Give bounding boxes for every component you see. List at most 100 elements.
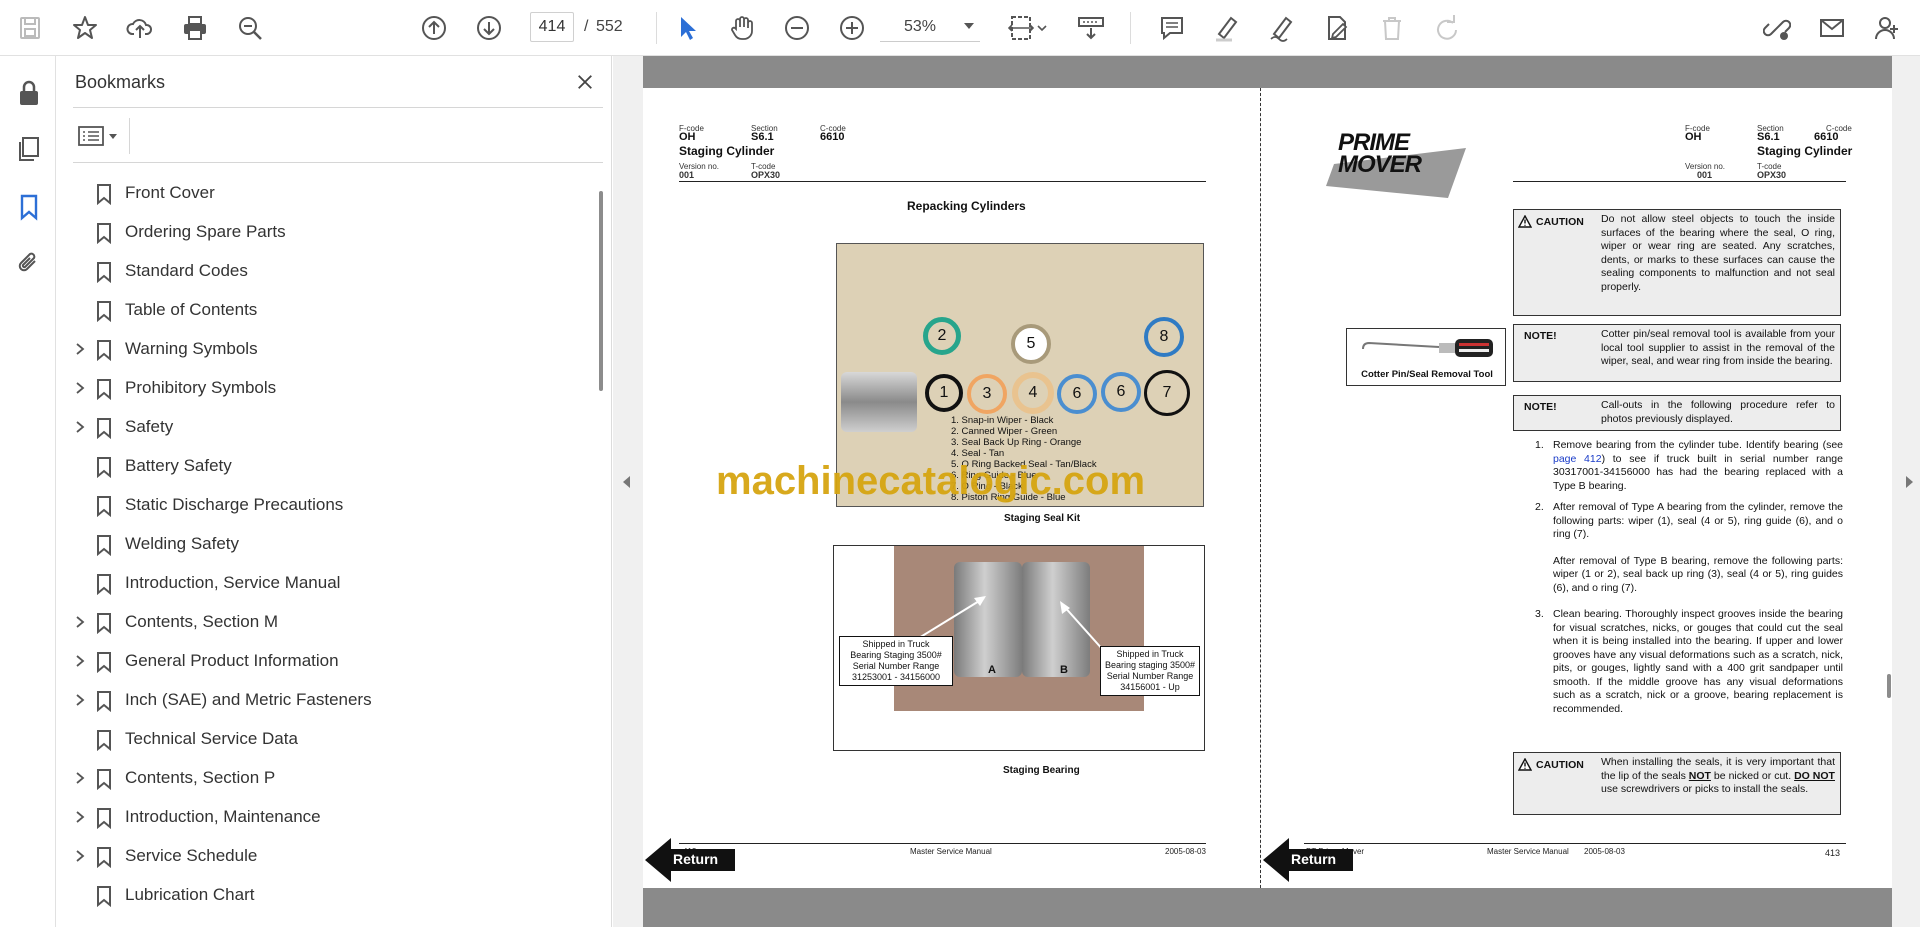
page-gap	[643, 888, 1892, 927]
bookmark-item[interactable]: General Product Information	[57, 645, 587, 677]
bookmark-item[interactable]: Introduction, Maintenance	[57, 801, 587, 833]
section-title: Repacking Cylinders	[907, 199, 1026, 213]
redo-icon[interactable]	[1429, 10, 1465, 46]
upload-cloud-icon[interactable]	[122, 10, 158, 46]
tcode-value: OPX30	[1757, 170, 1787, 180]
footer-rule	[1304, 843, 1846, 844]
bookmark-item[interactable]: Safety	[57, 411, 587, 443]
bookmark-item[interactable]: Welding Safety	[57, 528, 587, 560]
bookmark-item[interactable]: Lubrication Chart	[57, 879, 587, 911]
chevron-right-icon[interactable]	[73, 615, 87, 629]
chevron-right-icon[interactable]	[73, 654, 87, 668]
lock-icon[interactable]	[12, 76, 46, 110]
chevron-right-icon[interactable]	[73, 810, 87, 824]
ring-6a: 6	[1057, 374, 1097, 414]
staging-bearing-figure: A B Shipped in Truck Bearing Staging 3500…	[833, 545, 1205, 751]
removal-tool-figure: Cotter Pin/Seal Removal Tool	[1346, 328, 1506, 386]
bookmark-icon	[97, 184, 111, 205]
zoom-in-icon[interactable]	[834, 10, 870, 46]
bookmark-item[interactable]: Introduction, Service Manual	[57, 567, 587, 599]
bookmark-item[interactable]: Contents, Section M	[57, 606, 587, 638]
bookmark-label: Welding Safety	[125, 534, 240, 553]
caution-box-1: CAUTION Do not allow steel objects to to…	[1513, 209, 1841, 316]
return-button[interactable]: Return	[1263, 838, 1353, 882]
page-412: F-code OH Section S6.1 C-code 6610 Stagi…	[643, 88, 1260, 888]
doc-title: Staging Cylinder	[679, 144, 775, 158]
collapse-left-panel-icon[interactable]	[623, 476, 630, 488]
hand-tool-icon[interactable]	[724, 10, 760, 46]
previous-page-icon[interactable]	[416, 10, 452, 46]
chevron-down-icon	[109, 133, 117, 139]
header-rule	[679, 181, 1206, 182]
chevron-right-icon[interactable]	[73, 420, 87, 434]
document-scrollbar[interactable]	[1887, 674, 1891, 698]
bookmark-label: Ordering Spare Parts	[125, 222, 286, 241]
toolbar: / 552 53%	[0, 0, 1920, 56]
next-page-icon[interactable]	[471, 10, 507, 46]
share-link-icon[interactable]	[1759, 10, 1795, 46]
bookmark-item[interactable]: Static Discharge Precautions	[57, 489, 587, 521]
page-number-input[interactable]	[530, 12, 574, 42]
footer-date: 2005-08-03	[1584, 847, 1625, 856]
bookmark-item[interactable]: Contents, Section P	[57, 762, 587, 794]
chevron-right-icon[interactable]	[73, 342, 87, 356]
zoom-out-icon[interactable]	[779, 10, 815, 46]
bookmark-item[interactable]: Inch (SAE) and Metric Fasteners	[57, 684, 587, 716]
chevron-right-icon[interactable]	[73, 771, 87, 785]
version-value: 001	[679, 170, 695, 180]
page-gap	[643, 56, 1892, 88]
edit-document-icon[interactable]	[1319, 10, 1355, 46]
bookmark-label: Contents, Section M	[125, 612, 279, 631]
bookmark-icon	[97, 496, 111, 517]
page-separator: /	[584, 18, 589, 35]
draw-pen-icon[interactable]	[1264, 10, 1300, 46]
seal-kit-caption: Staging Seal Kit	[1004, 513, 1081, 524]
scroll-mode-icon[interactable]	[1073, 10, 1109, 46]
section-value: S6.1	[751, 131, 774, 143]
zoom-dropdown[interactable]: 53%	[880, 12, 980, 42]
bookmark-icon	[97, 223, 111, 244]
bookmark-label: Warning Symbols	[125, 339, 258, 358]
add-user-icon[interactable]	[1869, 10, 1905, 46]
attachment-icon[interactable]	[12, 246, 46, 280]
delete-icon[interactable]	[1374, 10, 1410, 46]
bookmark-item[interactable]: Technical Service Data	[57, 723, 587, 755]
chevron-right-icon[interactable]	[73, 381, 87, 395]
bookmark-icon[interactable]	[12, 190, 46, 224]
warning-triangle-icon	[1518, 758, 1532, 771]
email-icon[interactable]	[1814, 10, 1850, 46]
bookmark-options-button[interactable]	[77, 120, 125, 152]
bookmark-item[interactable]: Standard Codes	[57, 255, 587, 287]
caution-header: CAUTION	[1518, 758, 1584, 771]
select-cursor-icon[interactable]	[669, 10, 705, 46]
bookmarks-panel: Bookmarks Front Cover Ordering Spare Part…	[57, 56, 612, 927]
page-412-link[interactable]: page 412	[1553, 453, 1602, 465]
fcode-value: OH	[679, 131, 696, 143]
highlight-pen-icon[interactable]	[1209, 10, 1245, 46]
bookmark-item[interactable]: Front Cover	[57, 177, 587, 209]
page-thumbnails-icon[interactable]	[12, 132, 46, 166]
comment-icon[interactable]	[1154, 10, 1190, 46]
chevron-right-icon[interactable]	[73, 849, 87, 863]
chevron-right-icon[interactable]	[73, 693, 87, 707]
ring-5: 5	[1011, 324, 1051, 364]
bookmark-item[interactable]: Battery Safety	[57, 450, 587, 482]
bookmark-item[interactable]: Ordering Spare Parts	[57, 216, 587, 248]
return-button[interactable]: Return	[645, 838, 735, 882]
bookmark-item[interactable]: Warning Symbols	[57, 333, 587, 365]
note-header: NOTE!	[1524, 330, 1557, 342]
bookmark-icon	[97, 535, 111, 556]
bookmark-icon	[97, 808, 111, 829]
print-icon[interactable]	[177, 10, 213, 46]
star-icon[interactable]	[67, 10, 103, 46]
bookmark-item[interactable]: Prohibitory Symbols	[57, 372, 587, 404]
bookmark-label: Front Cover	[125, 183, 215, 202]
bookmark-item[interactable]: Service Schedule	[57, 840, 587, 872]
bookmark-scrollbar[interactable]	[599, 191, 603, 391]
close-icon[interactable]	[571, 68, 599, 96]
expand-right-panel-icon[interactable]	[1906, 476, 1913, 488]
save-icon[interactable]	[12, 10, 48, 46]
zoom-search-icon[interactable]	[232, 10, 268, 46]
page-fit-icon[interactable]	[1004, 10, 1052, 46]
bookmark-item[interactable]: Table of Contents	[57, 294, 587, 326]
